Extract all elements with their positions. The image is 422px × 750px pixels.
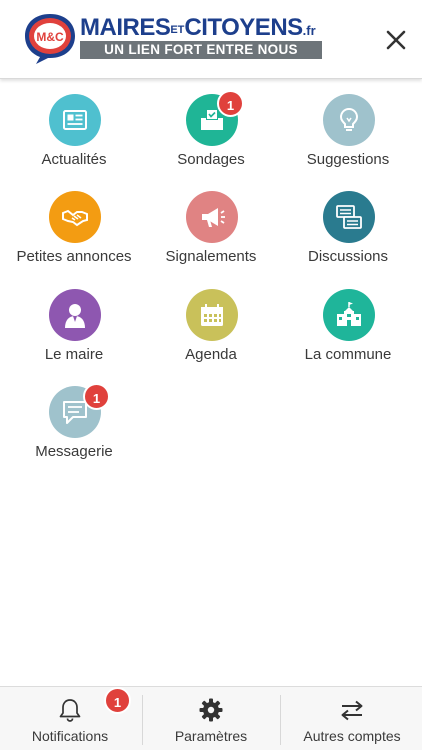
la-commune-icon-circle [323,289,375,341]
logo-title-et: ET [170,24,185,36]
app-header: M&C MAIRESETCITOYENS.fr UN LIEN FORT ENT… [0,0,422,79]
agenda-icon-circle [186,289,238,341]
le-maire-icon-circle [49,289,101,341]
discussions-icon-circle [323,191,375,243]
menu-item-discussions[interactable]: Discussions [278,191,418,277]
menu-item-sondages[interactable]: 1 Sondages [141,90,281,180]
gear-icon [199,698,223,722]
lightbulb-icon [339,107,359,131]
signalements-icon-circle [186,191,238,243]
logo-title-domain: .fr [302,23,316,38]
menu-item-label: La commune [304,346,392,363]
close-button[interactable] [380,24,412,56]
sondages-badge: 1 [217,90,244,117]
parametres-label: Paramètres [174,728,248,744]
notifications-label: Notifications [31,728,109,744]
menu-item-label: Signalements [165,248,257,265]
close-icon [386,30,406,50]
bottom-navigation-bar: 1 Notifications Paramètres Autres compte… [0,686,422,750]
messagerie-badge: 1 [83,383,110,410]
logo-badge-icon: M&C [25,14,75,64]
menu-item-le-maire[interactable]: Le maire [4,289,144,375]
town-hall-icon [337,302,361,326]
actualites-icon-circle [49,94,101,146]
newspaper-icon [63,110,87,130]
petites-annonces-icon-circle [49,191,101,243]
menu-item-la-commune[interactable]: La commune [278,289,418,375]
swap-arrows-icon [341,700,363,721]
logo-title-citoyens: CITOYENS [184,14,303,41]
menu-item-suggestions[interactable]: Suggestions [278,94,418,180]
menu-item-label: Agenda [185,346,237,363]
menu-item-agenda[interactable]: Agenda [141,289,281,375]
autres-comptes-label: Autres comptes [303,728,401,744]
logo-title: MAIRESETCITOYENS.fr [80,16,316,40]
menu-item-label: Sondages [177,151,245,168]
menu-item-signalements[interactable]: Signalements [141,191,281,277]
person-icon [65,304,85,328]
menu-item-label: Suggestions [306,151,390,168]
autres-comptes-button[interactable]: Autres comptes [282,687,422,750]
bottom-bar-divider [280,695,281,745]
logo-badge-text: M&C [36,30,64,44]
chat-bubbles-icon [336,205,362,229]
bell-icon [59,699,81,722]
calendar-icon [201,304,223,326]
menu-item-petites-annonces[interactable]: Petites annonces [4,191,144,277]
logo-title-maires: MAIRES [80,14,171,41]
logo-tagline: UN LIEN FORT ENTRE NOUS [80,41,322,59]
menu-item-messagerie[interactable]: 1 Messagerie [4,383,144,472]
menu-item-label: Messagerie [35,443,113,460]
menu-item-actualites[interactable]: Actualités [4,94,144,180]
notifications-badge: 1 [104,687,131,714]
notifications-button[interactable]: 1 Notifications [0,687,140,750]
menu-item-label: Discussions [307,248,389,265]
suggestions-icon-circle [323,94,375,146]
handshake-icon [62,209,88,227]
megaphone-icon [202,208,225,227]
parametres-button[interactable]: Paramètres [141,687,281,750]
maires-et-citoyens-logo: M&C MAIRESETCITOYENS.fr UN LIEN FORT ENT… [22,12,332,68]
